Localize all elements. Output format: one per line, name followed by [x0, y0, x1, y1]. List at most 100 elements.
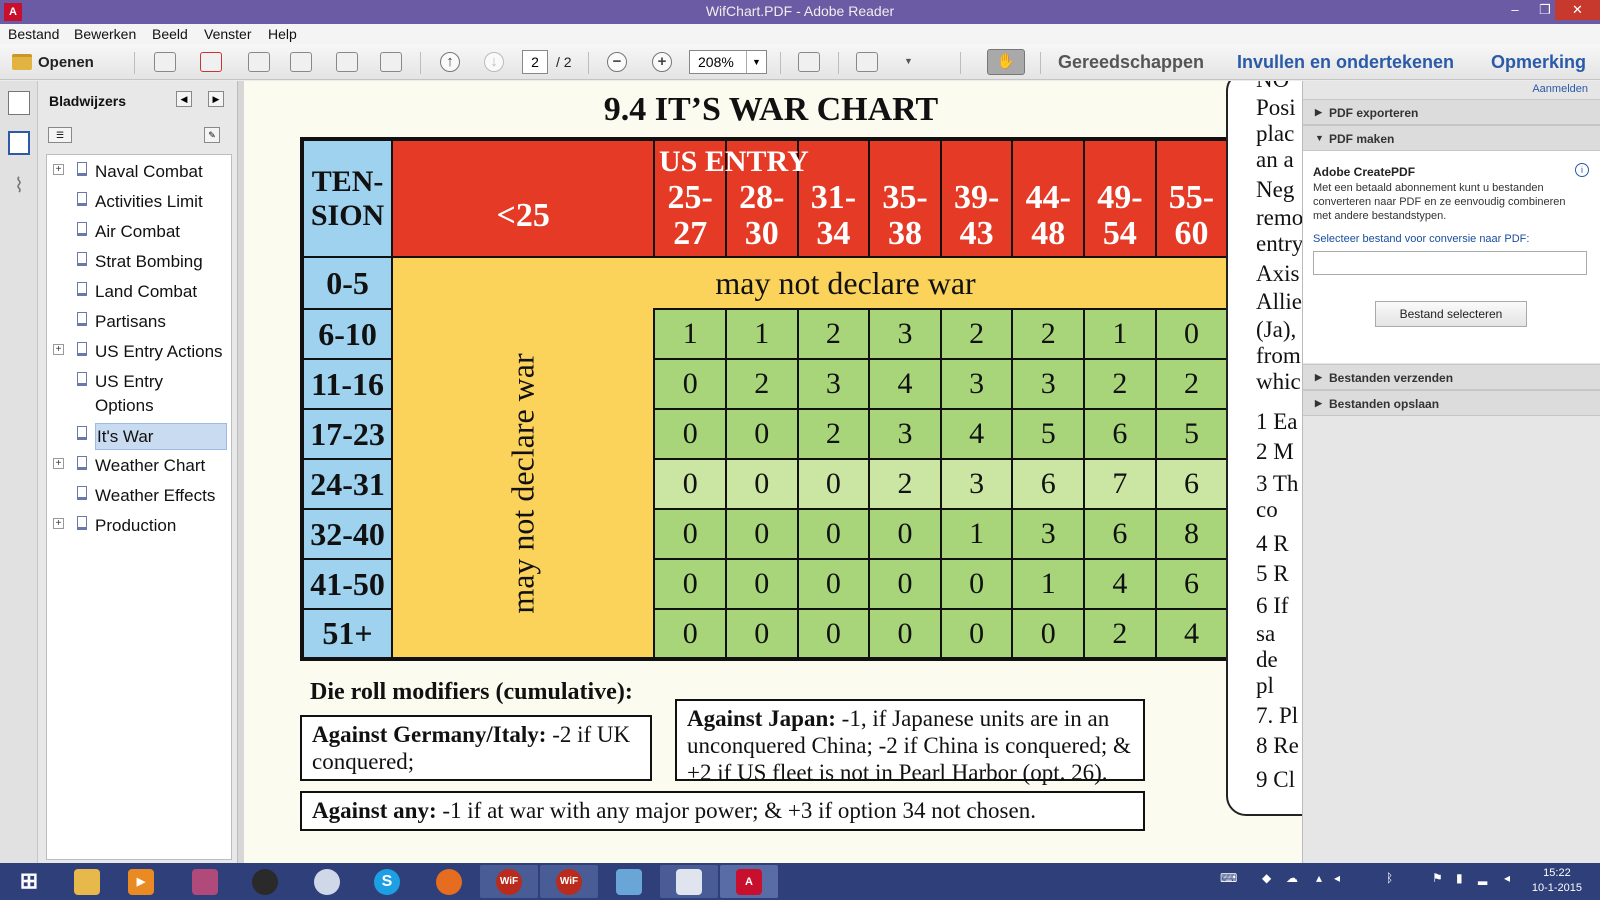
- tension-row-label: 32-40: [300, 508, 394, 560]
- new-bookmark-icon[interactable]: ✎: [204, 127, 220, 143]
- bookmark-item[interactable]: Air Combat: [47, 219, 231, 249]
- create-pdf-icon[interactable]: [154, 52, 176, 72]
- expand-icon[interactable]: +: [53, 164, 64, 175]
- speaker-icon[interactable]: ◂: [1504, 871, 1510, 885]
- bookmark-item[interactable]: + Naval Combat: [47, 159, 231, 189]
- taskbar-app3[interactable]: [176, 865, 234, 898]
- menu-beeld[interactable]: Beeld: [152, 26, 188, 42]
- tools-pane: Aanmelden ▶ PDF exporteren ▼ PDF maken A…: [1302, 81, 1600, 863]
- modifier-japan: Against Japan: -1, if Japanese units are…: [675, 699, 1145, 785]
- war-chance-cell: 6: [1083, 408, 1157, 460]
- bookmark-item[interactable]: Land Combat: [47, 279, 231, 309]
- menu-bestand[interactable]: Bestand: [8, 26, 59, 42]
- taskbar-app4[interactable]: [236, 865, 294, 898]
- combine-pdf-icon[interactable]: [200, 52, 222, 72]
- zoom-select[interactable]: 208% ▼: [689, 50, 767, 74]
- bluetooth-icon[interactable]: ᛒ: [1386, 871, 1393, 885]
- window-title: WifChart.PDF - Adobe Reader: [705, 3, 895, 19]
- taskbar-app8[interactable]: [600, 865, 658, 898]
- menu-help[interactable]: Help: [268, 26, 297, 42]
- file-input[interactable]: [1313, 251, 1587, 275]
- section-create-pdf-label: PDF maken: [1329, 132, 1395, 146]
- section-create-pdf[interactable]: ▼ PDF maken: [1303, 125, 1600, 151]
- menu-venster[interactable]: Venster: [204, 26, 251, 42]
- war-chance-cell: 0: [868, 608, 942, 660]
- war-chance-cell: 0: [1011, 608, 1086, 660]
- print-icon[interactable]: [336, 52, 358, 72]
- signal-icon[interactable]: ▂: [1478, 871, 1487, 885]
- select-file-button[interactable]: Bestand selecteren: [1375, 301, 1527, 327]
- taskbar-wif1[interactable]: WiF: [480, 865, 538, 898]
- section-export-pdf[interactable]: ▶ PDF exporteren: [1303, 99, 1600, 125]
- folder-icon: [12, 54, 32, 70]
- volume-icon[interactable]: ◂: [1334, 871, 1340, 885]
- edit-icon[interactable]: [248, 52, 270, 72]
- right-column-text-line: from: [1256, 343, 1301, 368]
- bookmark-item[interactable]: It's War: [47, 423, 231, 453]
- attachments-icon[interactable]: ⌇: [8, 173, 30, 197]
- app-tray-icon[interactable]: ◆: [1262, 871, 1271, 885]
- bookmark-item[interactable]: + US Entry Actions: [47, 339, 231, 369]
- modifier-germany-label: Against Germany/Italy:: [312, 722, 547, 747]
- section-send-files[interactable]: ▶ Bestanden verzenden: [1303, 364, 1600, 390]
- tools-link[interactable]: Gereedschappen: [1058, 52, 1204, 73]
- right-column-text-line: Neg: [1256, 177, 1295, 202]
- previous-page-icon[interactable]: ↑: [440, 52, 460, 72]
- save-icon[interactable]: [290, 52, 312, 72]
- signin-link[interactable]: Aanmelden: [1532, 83, 1588, 95]
- expand-panel-icon[interactable]: ▶: [208, 91, 224, 107]
- bookmarks-panel: Bladwijzers ◀ ▶ ☰ ✎ + Naval Combat Activit…: [38, 81, 238, 863]
- info-icon[interactable]: i: [1575, 163, 1589, 177]
- zoom-out-icon[interactable]: −: [607, 52, 627, 72]
- chevron-down-icon[interactable]: ▼: [746, 51, 766, 73]
- section-save-files[interactable]: ▶ Bestanden opslaan: [1303, 390, 1600, 416]
- page-number-input[interactable]: [522, 50, 548, 74]
- expand-icon[interactable]: +: [53, 458, 64, 469]
- battery-icon[interactable]: ▮: [1456, 871, 1463, 885]
- collapse-panel-icon[interactable]: ◀: [176, 91, 192, 107]
- taskbar-app9[interactable]: [660, 865, 718, 898]
- fill-sign-link[interactable]: Invullen en ondertekenen: [1237, 52, 1454, 73]
- bookmark-item[interactable]: Activities Limit: [47, 189, 231, 219]
- menu-bewerken[interactable]: Bewerken: [74, 26, 136, 42]
- email-icon[interactable]: [380, 52, 402, 72]
- taskbar-skype[interactable]: S: [358, 865, 416, 898]
- toolbar-options-icon[interactable]: ▼: [904, 56, 913, 66]
- taskbar-app5[interactable]: [298, 865, 356, 898]
- taskbar-explorer[interactable]: [58, 865, 116, 898]
- start-button[interactable]: ⊞: [0, 865, 58, 898]
- flag-icon[interactable]: ⚑: [1432, 871, 1443, 885]
- page-thumbnails-icon[interactable]: [8, 91, 30, 115]
- expand-icon[interactable]: +: [53, 518, 64, 529]
- comment-link[interactable]: Opmerking: [1491, 52, 1586, 73]
- war-chance-cell: 1: [725, 308, 799, 360]
- taskbar-firefox[interactable]: [420, 865, 478, 898]
- network-icon[interactable]: ▴: [1316, 871, 1322, 885]
- options-icon[interactable]: ☰: [48, 127, 72, 143]
- bookmark-item[interactable]: + Production: [47, 513, 231, 543]
- next-page-icon[interactable]: ↓: [484, 52, 504, 72]
- taskbar-adobe-reader[interactable]: A: [720, 865, 778, 898]
- fit-page-icon[interactable]: [798, 52, 820, 72]
- taskbar-media[interactable]: ▶: [112, 865, 170, 898]
- war-chance-cell: 3: [868, 308, 942, 360]
- bookmark-item[interactable]: Partisans: [47, 309, 231, 339]
- bookmark-item[interactable]: US Entry Options: [47, 369, 231, 423]
- bookmark-icon: [77, 342, 87, 356]
- expand-icon[interactable]: +: [53, 344, 64, 355]
- bookmark-item[interactable]: Strat Bombing: [47, 249, 231, 279]
- open-button[interactable]: Openen: [12, 50, 94, 74]
- bookmark-item[interactable]: + Weather Chart: [47, 453, 231, 483]
- right-column-text-line: (Ja),: [1256, 317, 1297, 342]
- clock[interactable]: 15:22 10-1-2015: [1532, 866, 1582, 896]
- bookmark-item[interactable]: Weather Effects: [47, 483, 231, 513]
- bookmarks-icon[interactable]: [8, 131, 30, 155]
- fullscreen-icon[interactable]: [856, 52, 878, 72]
- keyboard-icon[interactable]: ⌨: [1220, 871, 1237, 885]
- hand-tool-icon[interactable]: ✋: [987, 49, 1025, 75]
- minimize-button[interactable]: –: [1500, 0, 1530, 20]
- close-button[interactable]: ✕: [1555, 0, 1600, 20]
- zoom-in-icon[interactable]: +: [652, 52, 672, 72]
- cloud-icon[interactable]: ☁: [1286, 871, 1298, 885]
- taskbar-wif2[interactable]: WiF: [540, 865, 598, 898]
